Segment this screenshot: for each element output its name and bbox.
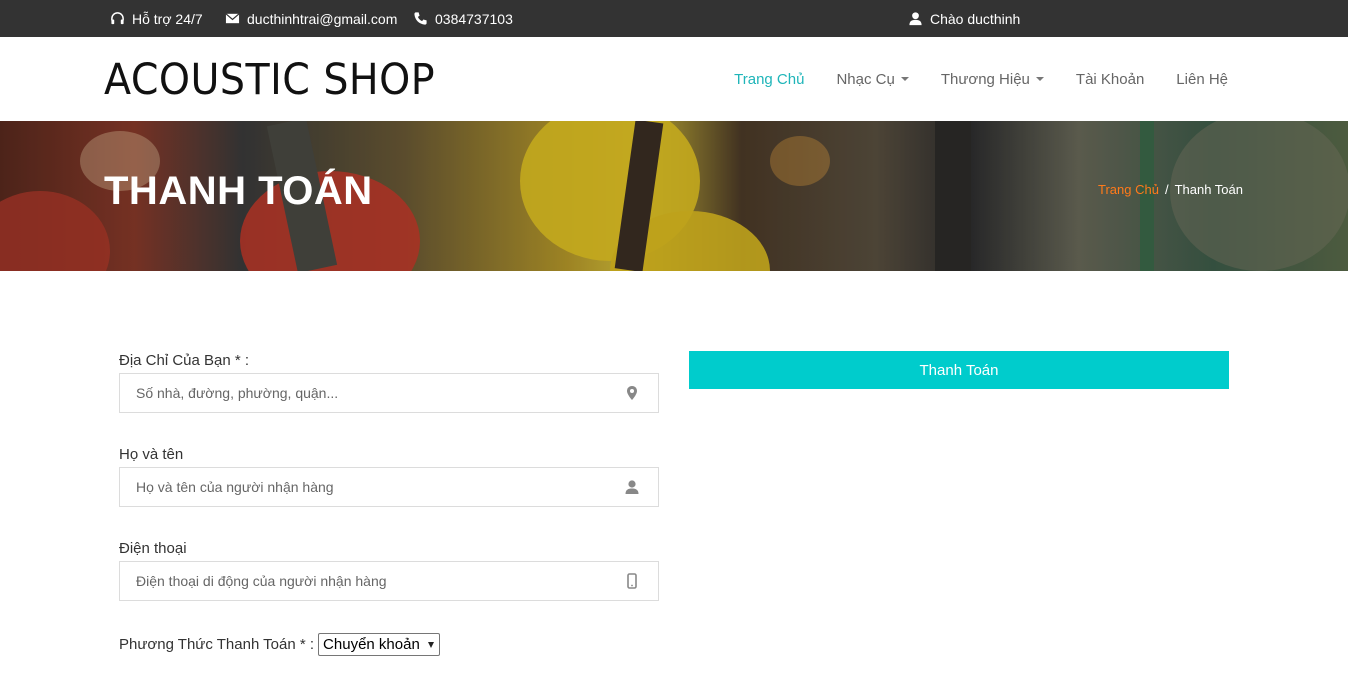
name-field [119,467,659,507]
nav-item-brands[interactable]: Thương Hiệu [925,71,1060,88]
nav-item-contact[interactable]: Liên Hệ [1160,71,1228,88]
phone-label: Điện thoại [119,540,187,557]
breadcrumb-home-link[interactable]: Trang Chủ [1098,182,1159,197]
address-input[interactable] [120,374,658,412]
nav-label: Nhạc Cụ [836,70,895,88]
nav-item-home[interactable]: Trang Chủ [718,71,820,88]
nav-label: Liên Hệ [1176,70,1228,88]
main-nav: Trang Chủ Nhạc Cụ Thương Hiệu Tài Khoản … [718,37,1228,121]
address-label: Địa Chỉ Của Bạn * : [119,352,250,369]
breadcrumb-separator: / [1164,182,1169,197]
nav-label: Thương Hiệu [940,70,1030,88]
greeting-text: Chào ducthinh [930,10,1021,27]
nav-label: Tài Khoản [1075,70,1145,88]
page-banner: THANH TOÁN Trang Chủ / Thanh Toán [0,121,1348,271]
phone-icon [414,12,427,25]
envelope-icon [225,13,240,24]
email-info: ducthinhtrai@gmail.com [225,0,397,37]
site-header: ACOUSTIC SHOP Trang Chủ Nhạc Cụ Thương H… [0,37,1348,121]
caret-down-icon [900,77,909,81]
support-text: Hỗ trợ 24/7 [132,10,203,27]
nav-item-instruments[interactable]: Nhạc Cụ [820,71,924,88]
phone-info: 0384737103 [413,0,513,37]
nav-item-account[interactable]: Tài Khoản [1060,71,1160,88]
page-title: THANH TOÁN [104,169,373,213]
name-input[interactable] [120,468,658,506]
phone-input[interactable] [120,562,658,600]
phone-field [119,561,659,601]
headphones-icon [111,12,124,25]
support-info: Hỗ trợ 24/7 [110,0,203,37]
nav-label: Trang Chủ [734,70,805,88]
phone-text: 0384737103 [435,10,513,27]
caret-down-icon [1035,77,1044,81]
mobile-phone-icon [627,573,637,589]
address-field [119,373,659,413]
breadcrumb: Trang Chủ / Thanh Toán [1098,182,1243,197]
user-greeting[interactable]: Chào ducthinh [908,0,1020,37]
user-icon [909,12,922,26]
select-arrow-icon [427,641,434,648]
name-label: Họ và tên [119,446,184,463]
top-bar: Hỗ trợ 24/7 ducthinhtrai@gmail.com 03847… [0,0,1348,37]
payment-method-label: Phương Thức Thanh Toán * : [119,636,315,653]
payment-method-row: Phương Thức Thanh Toán * : Chuyển khoản [119,633,440,656]
checkout-button[interactable]: Thanh Toán [689,351,1229,389]
user-icon [625,480,639,494]
payment-method-select[interactable]: Chuyển khoản [318,633,440,656]
email-text: ducthinhtrai@gmail.com [247,10,398,27]
breadcrumb-current: Thanh Toán [1174,182,1243,197]
payment-method-value: Chuyển khoản [323,636,420,653]
map-marker-icon [627,386,637,400]
site-logo[interactable]: ACOUSTIC SHOP [104,55,435,105]
